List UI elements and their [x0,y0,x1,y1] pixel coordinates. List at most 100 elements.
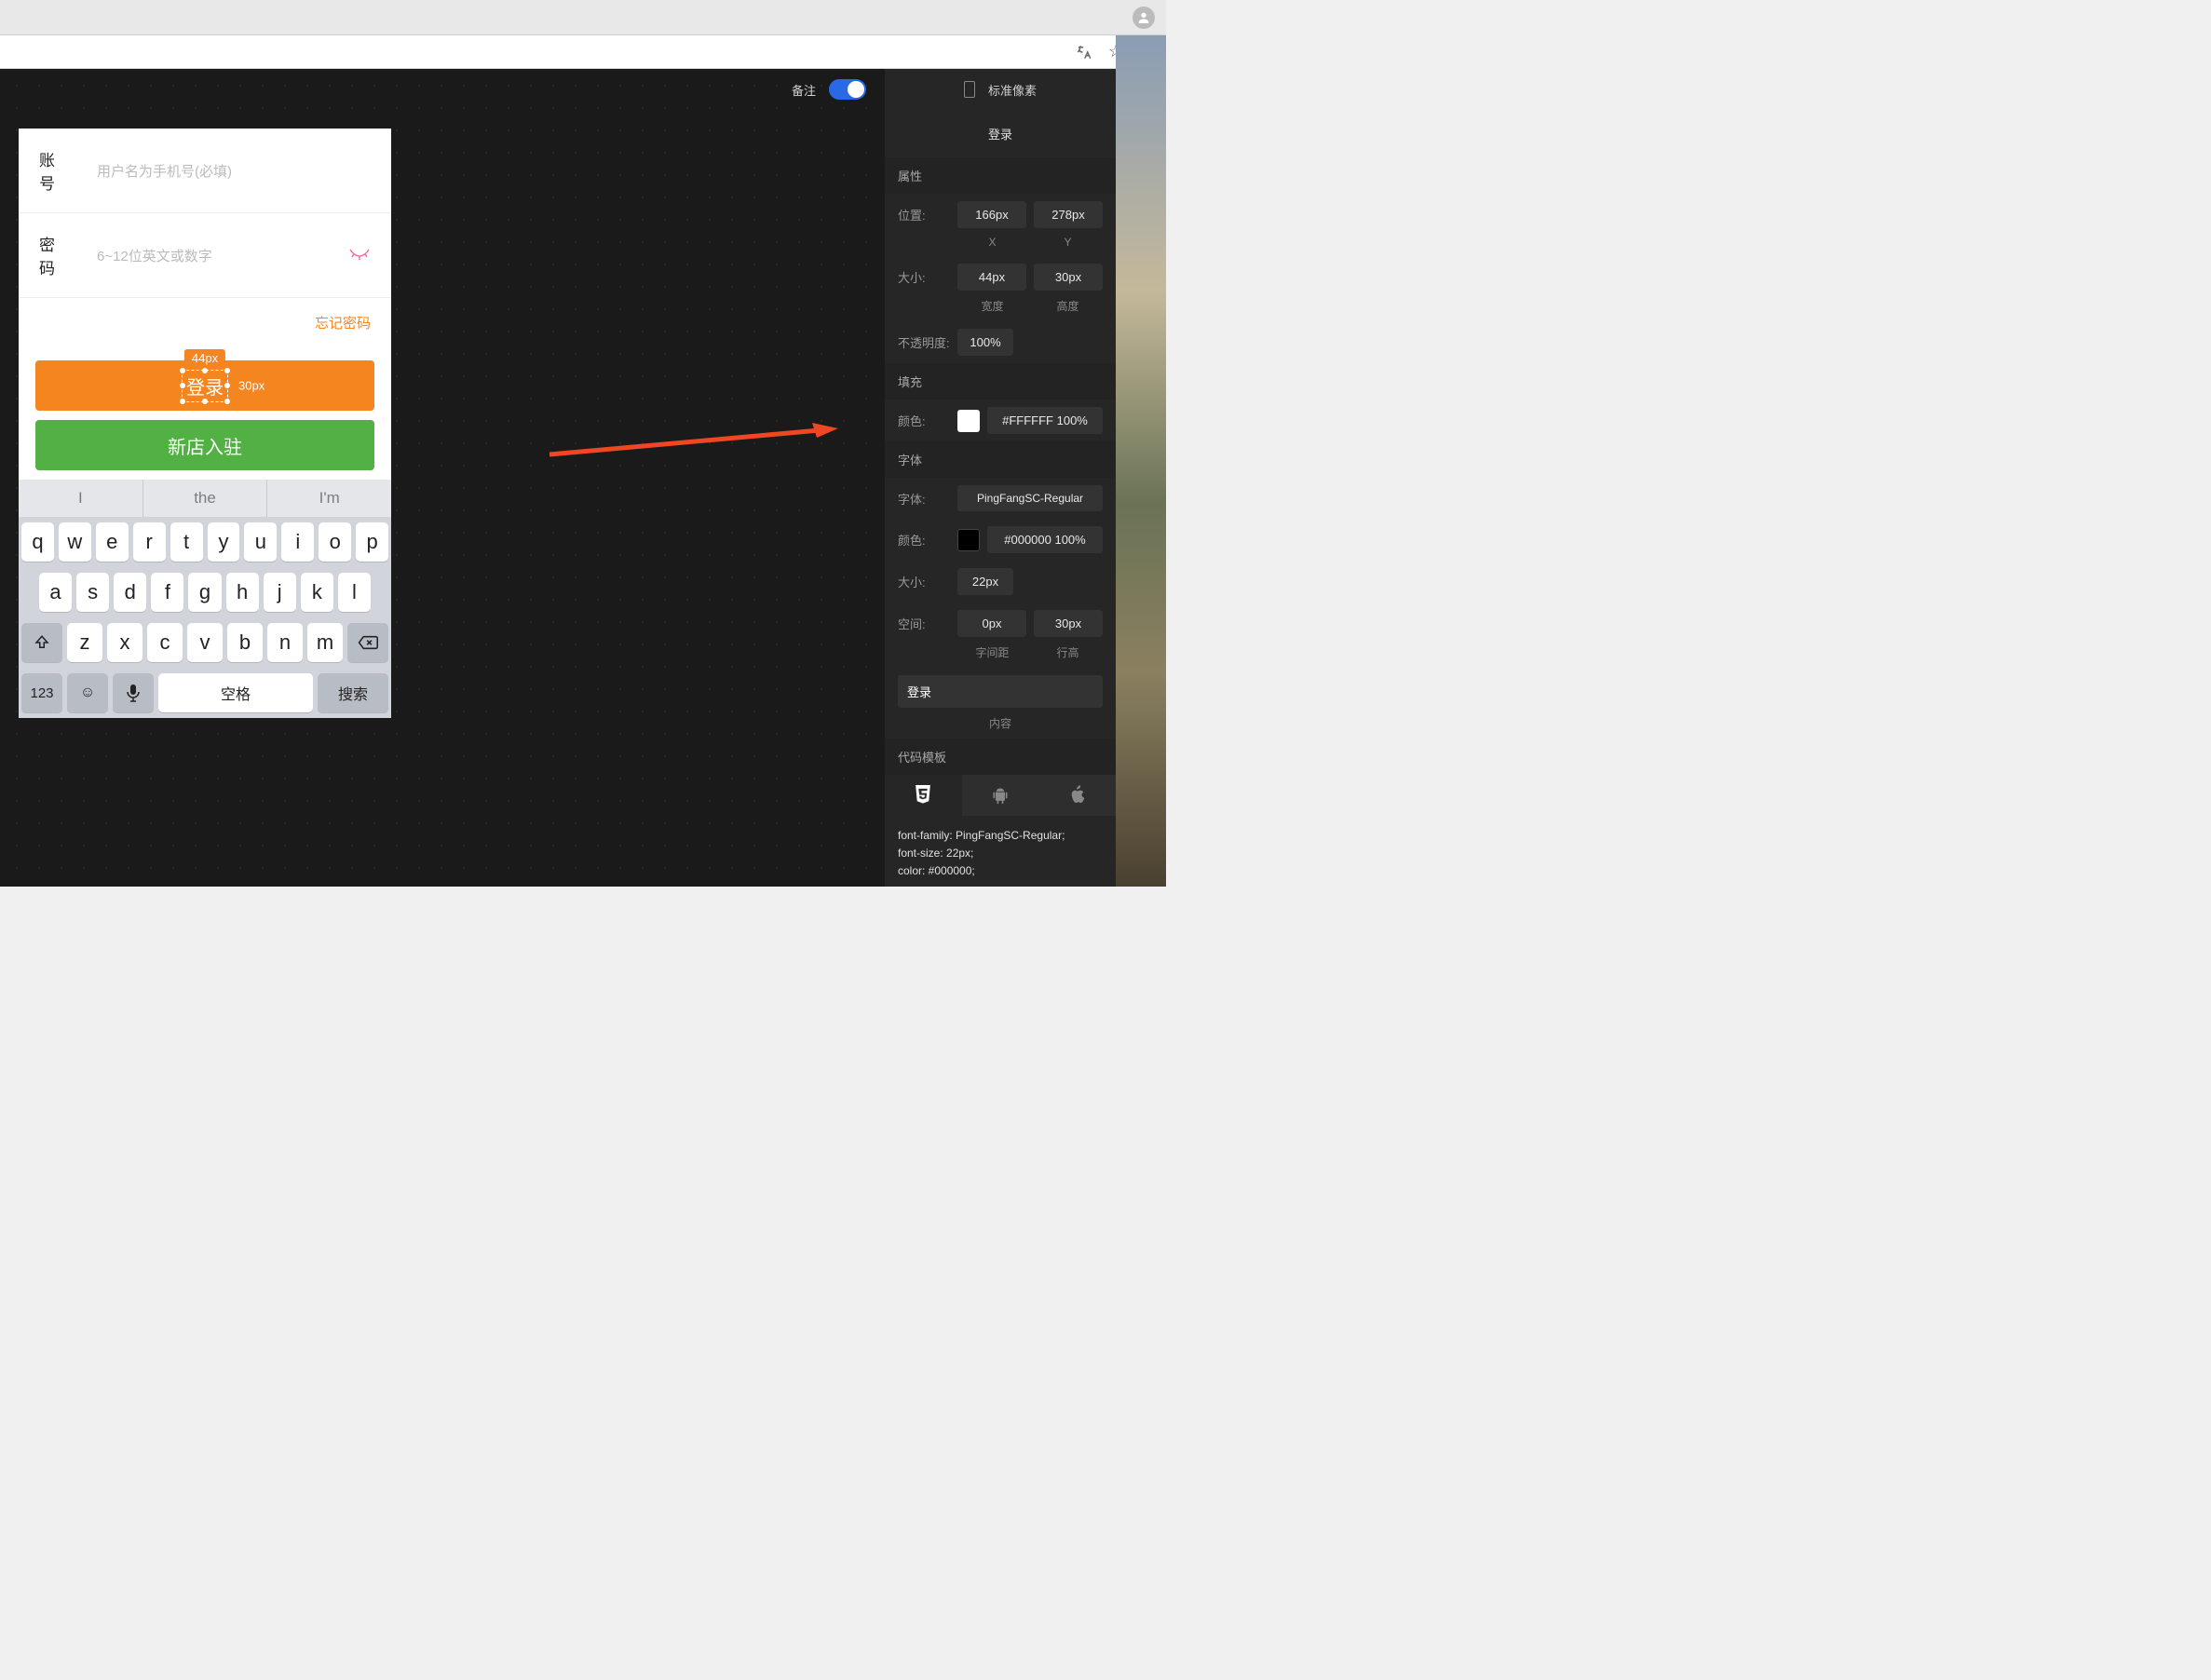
width-value[interactable]: 44px [957,264,1026,291]
ios-tab[interactable] [1038,775,1116,816]
keyboard-row-2: asdfghjkl [19,567,391,617]
annotation-arrow-icon [549,423,838,460]
suggestion-2[interactable]: the [143,480,268,517]
key-y[interactable]: y [208,522,240,562]
font-family-label: 字体: [898,490,950,508]
css-tab[interactable] [885,775,962,816]
line-height-value[interactable]: 30px [1034,610,1103,637]
search-key[interactable]: 搜索 [318,673,388,712]
forgot-password-link[interactable]: 忘记密码 [315,316,371,332]
position-x-value[interactable]: 166px [957,201,1026,228]
size-label: 大小: [898,268,950,286]
key-d[interactable]: d [114,573,146,612]
spacing-label: 空间: [898,615,950,632]
key-m[interactable]: m [307,623,343,662]
key-h[interactable]: h [226,573,259,612]
fill-color-label: 颜色: [898,412,950,429]
key-f[interactable]: f [151,573,183,612]
suggestion-bar: I the I'm [19,480,391,517]
opacity-label: 不透明度: [898,333,950,351]
key-j[interactable]: j [264,573,296,612]
signup-button[interactable]: 新店入驻 [35,420,374,470]
key-o[interactable]: o [319,522,351,562]
font-size-value[interactable]: 22px [957,568,1013,595]
numbers-key[interactable]: 123 [21,673,62,712]
key-s[interactable]: s [76,573,109,612]
suggestion-3[interactable]: I'm [267,480,391,517]
ios-keyboard: I the I'm qwertyuiop asdfghjkl zxcvbnm [19,480,391,718]
opacity-value[interactable]: 100% [957,329,1013,356]
keyboard-row-4: 123 ☺ 空格 搜索 [19,668,391,718]
position-label: 位置: [898,206,950,224]
eye-closed-icon[interactable] [348,246,371,265]
profile-avatar-icon[interactable] [1133,7,1155,29]
desktop-background [1116,35,1166,887]
key-z[interactable]: z [67,623,102,662]
backspace-key[interactable] [347,623,388,662]
key-t[interactable]: t [170,522,203,562]
account-placeholder[interactable]: 用户名为手机号(必填) [97,161,371,181]
inspector-header: 标准像素 [885,69,1116,110]
key-x[interactable]: x [107,623,142,662]
canvas[interactable]: 备注 账 号 用户名为手机号(必填) 密 码 6~12位英文或数字 忘记密码 登… [0,69,885,887]
key-e[interactable]: e [96,522,129,562]
mobile-artboard: 账 号 用户名为手机号(必填) 密 码 6~12位英文或数字 忘记密码 登录 [19,129,391,718]
key-u[interactable]: u [244,522,277,562]
pixel-mode-label[interactable]: 标准像素 [988,81,1037,99]
browser-toolbar: ☆ [0,35,1166,69]
space-key[interactable]: 空格 [158,673,313,712]
key-b[interactable]: b [227,623,263,662]
key-q[interactable]: q [21,522,54,562]
login-button[interactable]: 登录 44px 30px [35,360,374,411]
height-value[interactable]: 30px [1034,264,1103,291]
mic-key[interactable] [113,673,154,712]
shift-key[interactable] [21,623,62,662]
key-a[interactable]: a [39,573,72,612]
keyboard-row-1: qwertyuiop [19,517,391,567]
translate-icon[interactable] [1075,43,1093,61]
fill-color-value[interactable]: #FFFFFF 100% [987,407,1103,434]
key-v[interactable]: v [187,623,223,662]
forgot-row: 忘记密码 [19,298,391,351]
key-r[interactable]: r [133,522,166,562]
font-color-swatch[interactable] [957,529,980,551]
password-placeholder[interactable]: 6~12位英文或数字 [97,246,348,265]
key-p[interactable]: p [356,522,388,562]
selected-element-name: 登录 [885,110,1116,157]
key-w[interactable]: w [59,522,91,562]
dimension-width-badge: 44px [184,349,225,367]
key-c[interactable]: c [147,623,183,662]
content-value[interactable]: 登录 [898,675,1103,708]
key-g[interactable]: g [188,573,221,612]
fill-color-swatch[interactable] [957,410,980,432]
account-label: 账 号 [39,147,97,194]
code-section-title: 代码模板 [885,738,1116,775]
account-row: 账 号 用户名为手机号(必填) [19,129,391,213]
key-k[interactable]: k [301,573,333,612]
code-output[interactable]: font-family: PingFangSC-Regular; font-si… [885,816,1116,887]
font-color-value[interactable]: #000000 100% [987,526,1103,553]
font-color-label: 颜色: [898,531,950,549]
key-n[interactable]: n [267,623,303,662]
inspector-panel: 标准像素 登录 属性 位置: 166px 278px XY 大小: 44px 3… [885,69,1116,887]
key-i[interactable]: i [281,522,314,562]
keyboard-row-3: zxcvbnm [19,617,391,668]
workspace: 备注 账 号 用户名为手机号(必填) 密 码 6~12位英文或数字 忘记密码 登… [0,69,1116,887]
device-icon[interactable] [964,81,975,98]
suggestion-1[interactable]: I [19,480,143,517]
content-sublabel: 内容 [885,715,1116,738]
fill-section-title: 填充 [885,363,1116,400]
remark-toggle[interactable] [829,79,866,100]
emoji-key[interactable]: ☺ [67,673,108,712]
dimension-height-badge: 30px [231,377,272,395]
selected-text-element[interactable]: 登录 44px 30px [182,370,228,402]
code-platform-tabs [885,775,1116,816]
android-tab[interactable] [962,775,1039,816]
key-l[interactable]: l [338,573,371,612]
password-label: 密 码 [39,232,97,278]
font-family-value[interactable]: PingFangSC-Regular [957,485,1103,511]
remark-label: 备注 [792,81,816,99]
letter-spacing-value[interactable]: 0px [957,610,1026,637]
password-row: 密 码 6~12位英文或数字 [19,213,391,298]
position-y-value[interactable]: 278px [1034,201,1103,228]
